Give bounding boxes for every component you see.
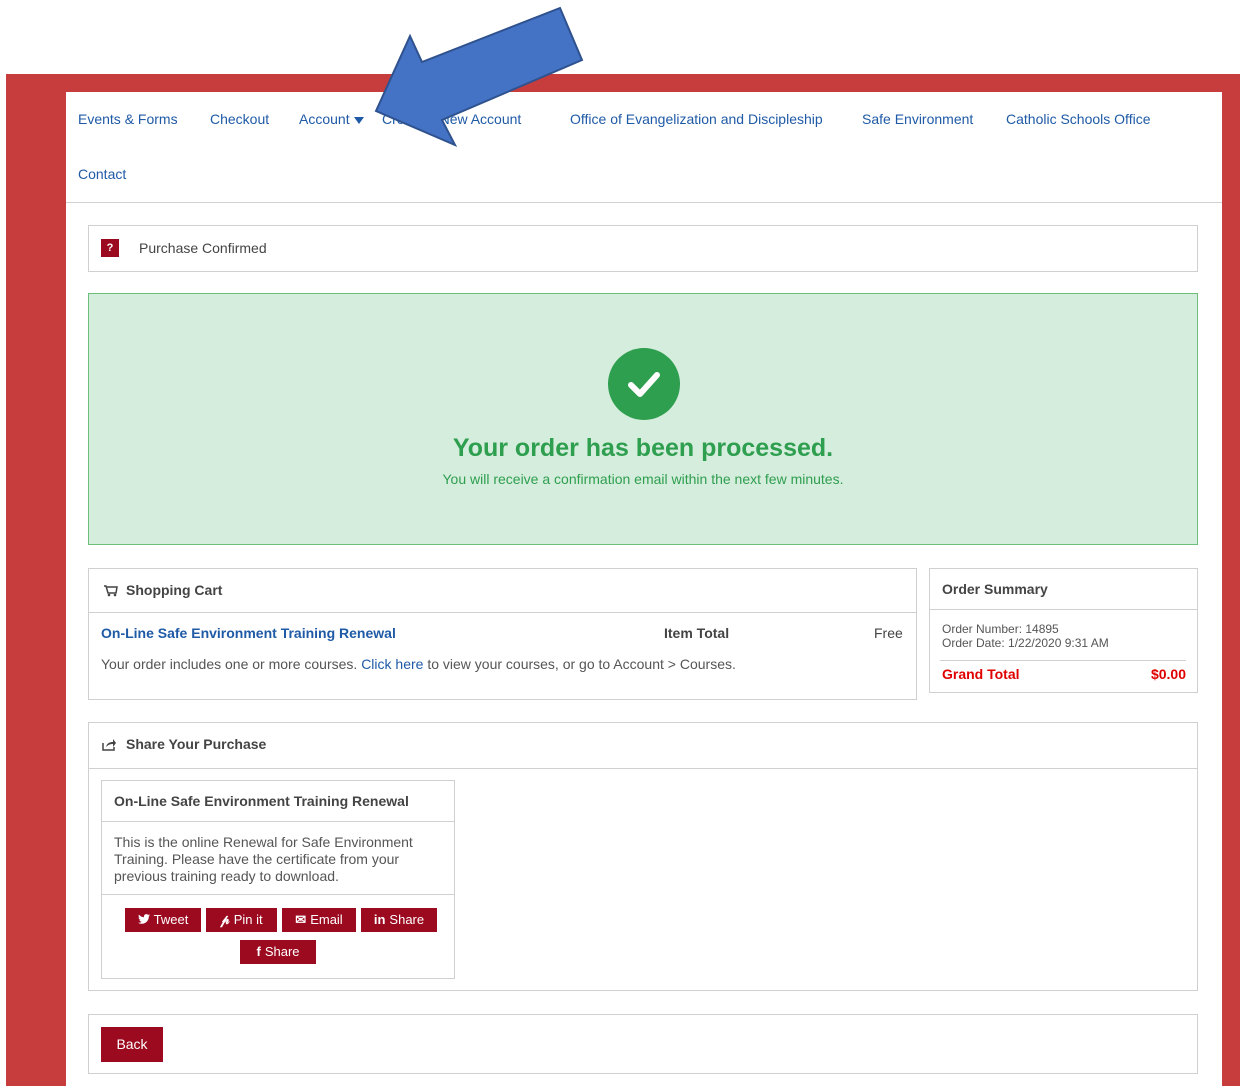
annotation-arrow-icon <box>374 6 584 148</box>
